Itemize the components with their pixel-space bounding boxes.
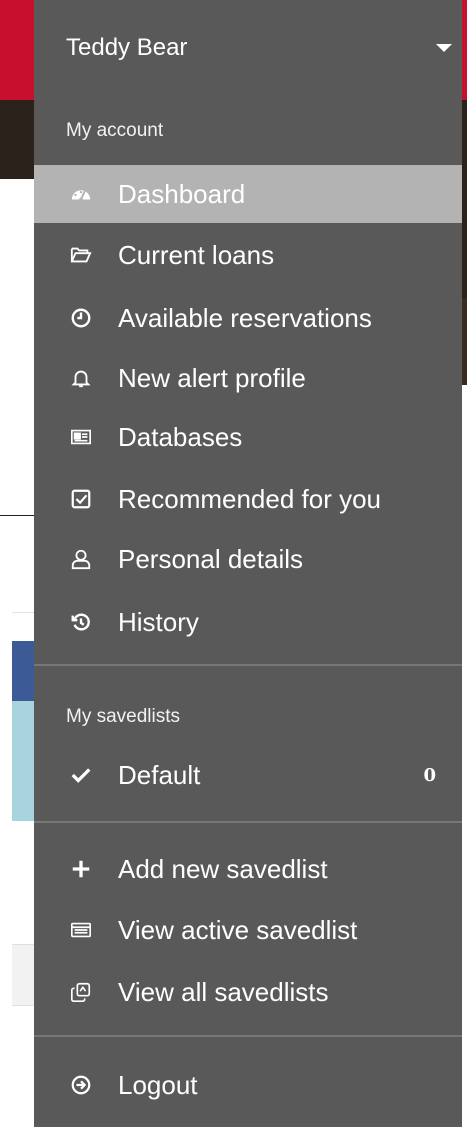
menu-divider (34, 821, 462, 823)
menu-item-label: Available reservations (118, 302, 372, 333)
menu-item-label: Dashboard (118, 178, 246, 209)
user-icon (68, 546, 94, 572)
menu-item-view-all-savedlists[interactable]: View all savedlists (34, 963, 462, 1021)
checkbox-icon (68, 486, 94, 512)
savedlist-item-default[interactable]: Default 0 (34, 746, 462, 804)
menu-item-new-alert-profile[interactable]: New alert profile (34, 349, 462, 407)
history-icon (68, 609, 94, 635)
database-card-icon (68, 424, 94, 450)
menu-item-add-new-savedlist[interactable]: Add new savedlist (34, 840, 462, 898)
menu-item-label: Recommended for you (118, 483, 382, 514)
plus-icon (68, 856, 94, 882)
menu-item-view-active-savedlist[interactable]: View active savedlist (34, 901, 462, 959)
menu-item-label: View active savedlist (118, 914, 358, 945)
clock-icon (68, 305, 94, 331)
menu-item-label: View all savedlists (118, 976, 329, 1007)
menu-item-label: History (118, 606, 199, 637)
menu-item-label: Logout (118, 1069, 198, 1100)
folder-open-icon (68, 242, 94, 268)
menu-item-logout[interactable]: Logout (34, 1056, 462, 1114)
caret-down-icon (436, 44, 452, 52)
menu-item-history[interactable]: History (34, 593, 462, 651)
menu-item-label: Personal details (118, 543, 303, 574)
menu-item-label: New alert profile (118, 362, 306, 393)
copy-icon (68, 979, 94, 1005)
list-view-icon (68, 917, 94, 943)
menu-item-databases[interactable]: Databases (34, 408, 462, 466)
menu-item-available-reservations[interactable]: Available reservations (34, 289, 462, 347)
logout-icon (68, 1072, 94, 1098)
bell-icon (68, 365, 94, 391)
dashboard-icon (68, 181, 94, 207)
user-menu-toggle[interactable]: Teddy Bear (34, 0, 462, 96)
menu-divider (34, 664, 462, 666)
savedlist-count-badge: 0 (423, 764, 436, 786)
menu-item-label: Current loans (118, 239, 275, 270)
menu-item-label: Databases (118, 421, 243, 452)
my-account-heading: My account (66, 120, 164, 141)
check-icon (68, 762, 94, 788)
menu-item-current-loans[interactable]: Current loans (34, 226, 462, 284)
menu-divider (34, 1035, 462, 1037)
savedlist-label: Default (118, 759, 201, 790)
menu-item-dashboard[interactable]: Dashboard (34, 165, 462, 223)
user-name: Teddy Bear (66, 34, 188, 61)
menu-item-label: Add new savedlist (118, 853, 328, 884)
menu-item-personal-details[interactable]: Personal details (34, 530, 462, 588)
menu-item-recommended[interactable]: Recommended for you (34, 470, 462, 528)
account-dropdown-menu: Teddy Bear My account Dashboard Current … (34, 0, 462, 1127)
my-savedlists-heading: My savedlists (66, 706, 181, 727)
